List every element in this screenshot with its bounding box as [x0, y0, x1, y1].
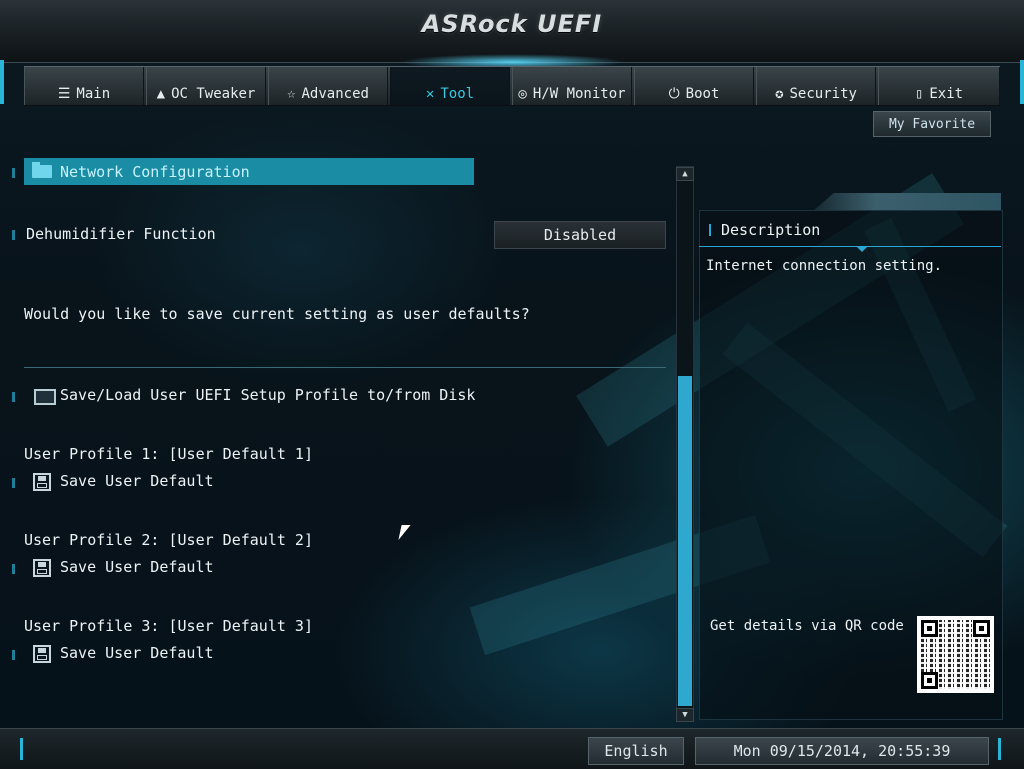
tab-oc-tweaker[interactable]: ▲ OC Tweaker: [146, 67, 266, 105]
list-icon: ☰: [57, 86, 71, 102]
my-favorite-button[interactable]: My Favorite: [873, 111, 991, 137]
language-button[interactable]: English: [588, 737, 684, 765]
folder-icon: [32, 162, 52, 178]
row-marker: [12, 564, 15, 574]
description-notch: [856, 246, 868, 252]
floppy-save-icon: [33, 559, 51, 577]
tab-label: Boot: [685, 86, 720, 102]
floppy-save-icon: [33, 473, 51, 491]
scroll-down-button[interactable]: ▼: [676, 708, 694, 722]
asrock-uefi-logo: ASRock UEFI: [421, 10, 603, 38]
scrollbar-thumb[interactable]: [678, 376, 692, 706]
main-tab-bar: ☰ Main ▲ OC Tweaker ☆ Advanced ✕ Tool ◎ …: [24, 66, 1000, 106]
save-user-default-3-button[interactable]: Save User Default: [60, 644, 214, 662]
profile-disk-item[interactable]: Save/Load User UEFI Setup Profile to/fro…: [60, 386, 475, 404]
tab-exit[interactable]: ▯ Exit: [878, 67, 1000, 105]
tab-label: Main: [76, 86, 111, 102]
tab-main[interactable]: ☰ Main: [24, 67, 144, 105]
network-configuration-item[interactable]: Network Configuration: [24, 158, 474, 185]
tab-boot[interactable]: ⏻ Boot: [634, 67, 754, 105]
power-icon: ⏻: [668, 86, 680, 102]
save-user-default-1-button[interactable]: Save User Default: [60, 472, 214, 490]
floppy-save-icon: [33, 645, 51, 663]
dehumidifier-label: Dehumidifier Function: [26, 225, 216, 243]
row-marker: [12, 478, 15, 488]
description-header-bar: [709, 224, 711, 236]
tab-label: Security: [789, 86, 857, 102]
qr-finder: [973, 620, 990, 637]
network-configuration-label: Network Configuration: [60, 162, 250, 181]
date-time-display[interactable]: Mon 09/15/2014, 20:55:39: [695, 737, 989, 765]
footer-edge-right: [998, 738, 1001, 760]
row-marker: [12, 392, 15, 402]
tabbar-edge-right: [1020, 60, 1024, 104]
qr-code: [917, 616, 994, 693]
tab-label: OC Tweaker: [171, 86, 256, 102]
qr-finder: [921, 620, 938, 637]
door-exit-icon: ▯: [914, 86, 924, 102]
monitor-gauge-icon: ◎: [518, 86, 527, 102]
section-divider: [24, 367, 666, 368]
tab-label: H/W Monitor: [532, 86, 626, 102]
tabbar-edge-left: [0, 60, 4, 104]
rocket-icon: ▲: [156, 86, 166, 102]
tab-tool[interactable]: ✕ Tool: [390, 67, 510, 105]
star-icon: ☆: [287, 86, 296, 102]
tab-label: Tool: [440, 86, 475, 102]
tab-security[interactable]: ✪ Security: [756, 67, 876, 105]
scroll-up-button[interactable]: ▲: [676, 167, 694, 181]
description-title: Description: [721, 221, 821, 239]
tools-icon: ✕: [425, 86, 435, 102]
tab-label: Exit: [929, 86, 964, 102]
row-marker: [12, 230, 15, 240]
row-marker: [12, 650, 15, 660]
user-profile-3-title: User Profile 3: [User Default 3]: [24, 617, 313, 635]
save-user-default-2-button[interactable]: Save User Default: [60, 558, 214, 576]
shield-icon: ✪: [775, 86, 784, 102]
footer-edge-left: [20, 738, 23, 760]
disk-profile-icon: [34, 389, 56, 405]
row-marker: [12, 168, 15, 178]
tab-advanced[interactable]: ☆ Advanced: [268, 67, 388, 105]
tab-label: Advanced: [301, 86, 369, 102]
description-text: Internet connection setting.: [706, 258, 943, 274]
qr-finder: [921, 672, 938, 689]
user-profile-1-title: User Profile 1: [User Default 1]: [24, 445, 313, 463]
tab-hw-monitor[interactable]: ◎ H/W Monitor: [512, 67, 632, 105]
save-defaults-prompt: Would you like to save current setting a…: [24, 305, 530, 323]
qr-code-label: Get details via QR code: [710, 618, 904, 634]
dehumidifier-select[interactable]: Disabled: [494, 221, 666, 249]
user-profile-2-title: User Profile 2: [User Default 2]: [24, 531, 313, 549]
